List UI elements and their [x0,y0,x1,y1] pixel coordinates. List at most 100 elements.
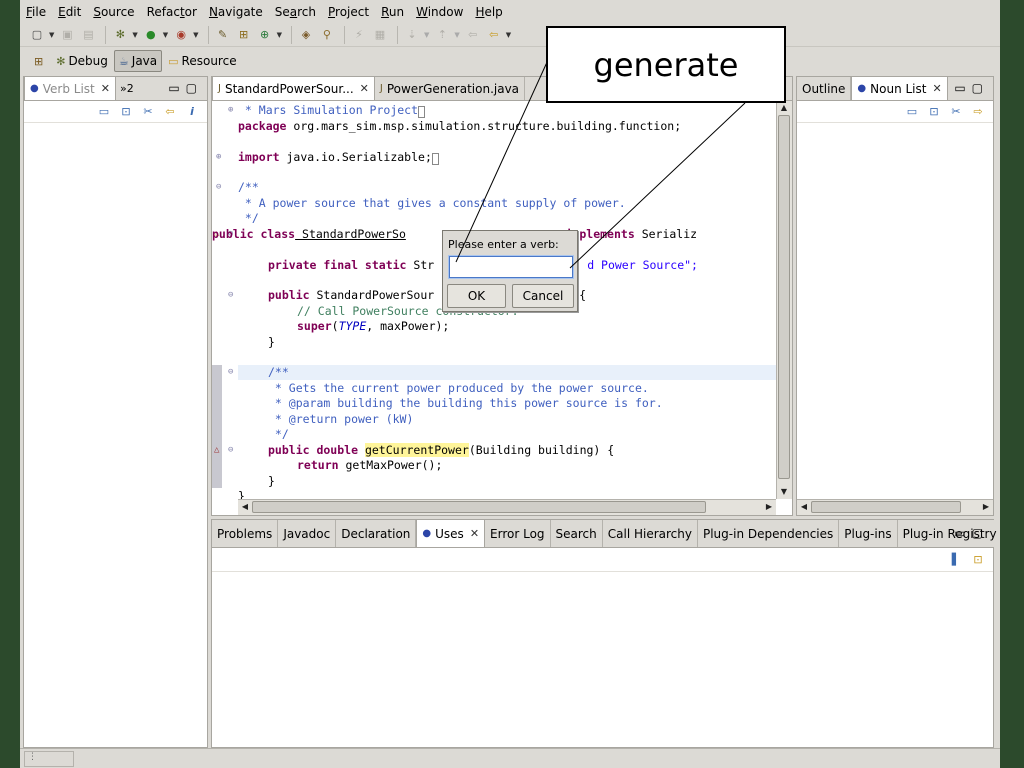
menu-source[interactable]: Source [93,5,134,19]
new-java-project-icon[interactable]: ✎ [214,26,232,44]
tab-plugin-dependencies[interactable]: Plug-in Dependencies [697,520,840,547]
perspective-java[interactable]: ☕ Java [113,50,163,72]
new-class-icon[interactable]: ⊕ [256,26,274,44]
back-icon[interactable]: ⇦ [161,105,179,118]
menu-navigate[interactable]: Navigate [209,5,263,19]
cancel-button[interactable]: Cancel [512,284,574,308]
toggle-block-icon[interactable]: ▦ [371,26,389,44]
scrollbar-thumb[interactable] [811,501,961,513]
scroll-up-icon[interactable]: ▲ [777,101,791,115]
fold-collapse-icon[interactable]: ⊖ [216,180,221,195]
next-annotation-dropdown-icon[interactable]: ▼ [424,31,429,39]
save-icon[interactable]: ▣ [58,26,76,44]
minimize-maximize-icon[interactable]: ▭▢ [954,526,989,540]
menu-search[interactable]: Search [275,5,316,19]
menu-edit[interactable]: Edit [58,5,81,19]
filter-icon[interactable]: ✂ [947,105,965,118]
menu-refactor[interactable]: Refactor [147,5,197,19]
fold-collapse-icon[interactable]: ⊖ [228,365,233,380]
scrollbar-thumb[interactable] [252,501,706,513]
fold-expand-icon[interactable]: ⊕ [216,150,221,165]
external-tools-icon[interactable]: ◉ [172,26,190,44]
menu-help[interactable]: Help [475,5,502,19]
tab-search[interactable]: Search [550,520,603,547]
close-icon[interactable]: ✕ [360,82,369,95]
code-constant: TYPE [338,319,367,333]
tab-power-generation[interactable]: J PowerGeneration.java [374,77,526,100]
close-icon[interactable]: ✕ [932,82,941,95]
menu-file[interactable]: File [26,5,46,19]
open-type-icon[interactable]: ◈ [297,26,315,44]
link-icon[interactable]: ⊡ [969,553,987,566]
debug-icon[interactable]: ✻ [111,26,129,44]
scroll-left-icon[interactable]: ◀ [797,500,811,514]
perspective-resource[interactable]: ▭ Resource [164,50,240,72]
back-dropdown-icon[interactable]: ▼ [506,31,511,39]
last-edit-icon[interactable]: ⇦ [464,26,482,44]
fold-expand-icon[interactable]: ⊕ [228,103,233,118]
tab-problems[interactable]: Problems [212,520,279,547]
tab-javadoc[interactable]: Javadoc [278,520,337,547]
code-line: return getMaxPower(); [297,458,442,473]
toggle-mark-icon[interactable]: ⚡ [350,26,368,44]
menu-run[interactable]: Run [381,5,404,19]
external-tools-dropdown-icon[interactable]: ▼ [193,31,198,39]
tab-standard-power-source[interactable]: J StandardPowerSour... ✕ [212,76,375,100]
new-package-icon[interactable]: ⊞ [235,26,253,44]
next-annotation-icon[interactable]: ⇣ [403,26,421,44]
previous-annotation-dropdown-icon[interactable]: ▼ [454,31,459,39]
java-file-icon: J [218,83,221,94]
tab-plugins[interactable]: Plug-ins [839,520,898,547]
minimize-maximize-icon[interactable]: ▭▢ [954,81,989,95]
ok-button[interactable]: OK [447,284,506,308]
fold-collapse-icon[interactable]: ⊖ [228,288,233,303]
tab-declaration[interactable]: Declaration [336,520,417,547]
minimize-maximize-icon[interactable]: ▭▢ [168,81,203,95]
scroll-down-icon[interactable]: ▼ [777,485,791,499]
search-icon[interactable]: ⚲ [318,26,336,44]
run-dropdown-icon[interactable]: ▼ [163,31,168,39]
tab-overflow-button[interactable]: »2 [116,82,138,95]
tab-outline[interactable]: Outline [797,77,852,100]
editor-vertical-scrollbar[interactable]: ▲ ▼ [776,101,792,499]
scrollbar-thumb[interactable] [778,115,790,479]
noun-list-horizontal-scrollbar[interactable]: ◀ ▶ [797,499,993,515]
new-icon[interactable]: ▢ [28,26,46,44]
tab-call-hierarchy[interactable]: Call Hierarchy [602,520,698,547]
scroll-right-icon[interactable]: ▶ [762,500,776,514]
link-icon[interactable]: ⊡ [925,105,943,118]
back-icon[interactable]: ⇦ [485,26,503,44]
editor-horizontal-scrollbar[interactable]: ◀ ▶ [238,499,776,515]
code-text: , maxPower); [366,319,450,333]
scroll-right-icon[interactable]: ▶ [979,500,993,514]
menu-window[interactable]: Window [416,5,463,19]
close-icon[interactable]: ✕ [101,82,110,95]
run-icon[interactable]: ● [142,26,160,44]
code-keyword: import [238,150,280,164]
tab-verb-list[interactable]: ● Verb List ✕ [24,76,116,100]
open-perspective-button[interactable]: ⊞ [30,50,50,72]
collapse-icon[interactable]: ▭ [95,105,113,118]
eclipse-window: File Edit Source Refactor Navigate Searc… [20,0,1000,768]
info-icon[interactable]: i [183,105,201,118]
debug-dropdown-icon[interactable]: ▼ [132,31,137,39]
pin-icon[interactable]: ▌ [947,553,965,566]
perspective-debug[interactable]: ✻ Debug [52,50,112,72]
tab-error-log[interactable]: Error Log [485,520,551,547]
verb-input[interactable] [449,256,573,278]
close-icon[interactable]: ✕ [470,527,479,540]
forward-icon[interactable]: ⇨ [969,105,987,118]
override-marker-icon[interactable]: △ [214,443,219,458]
print-icon[interactable]: ▤ [79,26,97,44]
tab-uses[interactable]: ● Uses ✕ [416,519,486,547]
new-dropdown-icon[interactable]: ▼ [49,31,54,39]
new-class-dropdown-icon[interactable]: ▼ [277,31,282,39]
fold-collapse-icon[interactable]: ⊖ [228,443,233,458]
link-icon[interactable]: ⊡ [117,105,135,118]
tab-noun-list[interactable]: ● Noun List ✕ [851,76,948,100]
filter-icon[interactable]: ✂ [139,105,157,118]
scroll-left-icon[interactable]: ◀ [238,500,252,514]
previous-annotation-icon[interactable]: ⇡ [433,26,451,44]
collapse-icon[interactable]: ▭ [903,105,921,118]
menu-project[interactable]: Project [328,5,369,19]
